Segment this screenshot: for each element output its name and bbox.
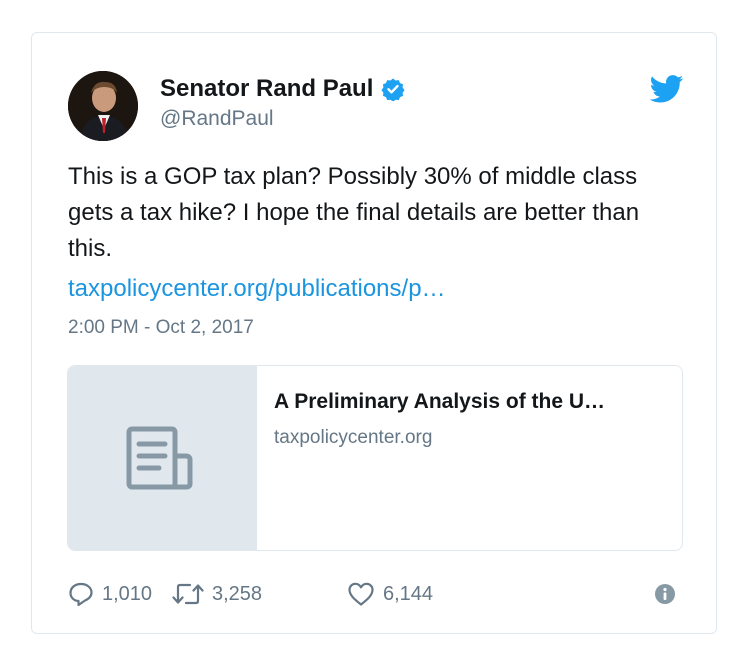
link-preview-card[interactable]: A Preliminary Analysis of the U… taxpoli…	[67, 365, 683, 551]
retweet-button[interactable]: 3,258	[172, 579, 262, 609]
info-icon[interactable]	[654, 583, 676, 605]
tweet-actions: 1,010 3,258 6,144	[68, 579, 680, 609]
link-preview-title[interactable]: A Preliminary Analysis of the U…	[274, 390, 605, 414]
like-count: 6,144	[383, 582, 434, 605]
tweet-link[interactable]: taxpolicycenter.org/publications/p…	[68, 271, 446, 307]
avatar[interactable]	[68, 71, 138, 141]
link-preview-domain: taxpolicycenter.org	[274, 427, 433, 448]
author-handle[interactable]: @RandPaul	[160, 107, 274, 131]
link-preview-thumbnail	[68, 366, 257, 550]
verified-badge-icon	[381, 78, 405, 101]
author-name-row[interactable]: Senator Rand Paul	[160, 75, 405, 103]
author-name[interactable]: Senator Rand Paul	[160, 75, 373, 103]
twitter-bird-icon[interactable]	[650, 75, 684, 103]
retweet-count: 3,258	[212, 582, 263, 605]
tweet-timestamp[interactable]: 2:00 PM - Oct 2, 2017	[68, 317, 254, 339]
tweet-card: Senator Rand Paul @RandPaul This is a GO…	[31, 32, 717, 634]
reply-button[interactable]: 1,010	[68, 579, 152, 609]
heart-icon	[348, 582, 374, 606]
tweet-text: This is a GOP tax plan? Possibly 30% of …	[68, 163, 640, 262]
reply-icon	[69, 582, 93, 607]
like-button[interactable]: 6,144	[347, 579, 433, 609]
retweet-icon	[172, 583, 204, 605]
reply-count: 1,010	[102, 582, 153, 605]
document-icon	[126, 426, 193, 490]
